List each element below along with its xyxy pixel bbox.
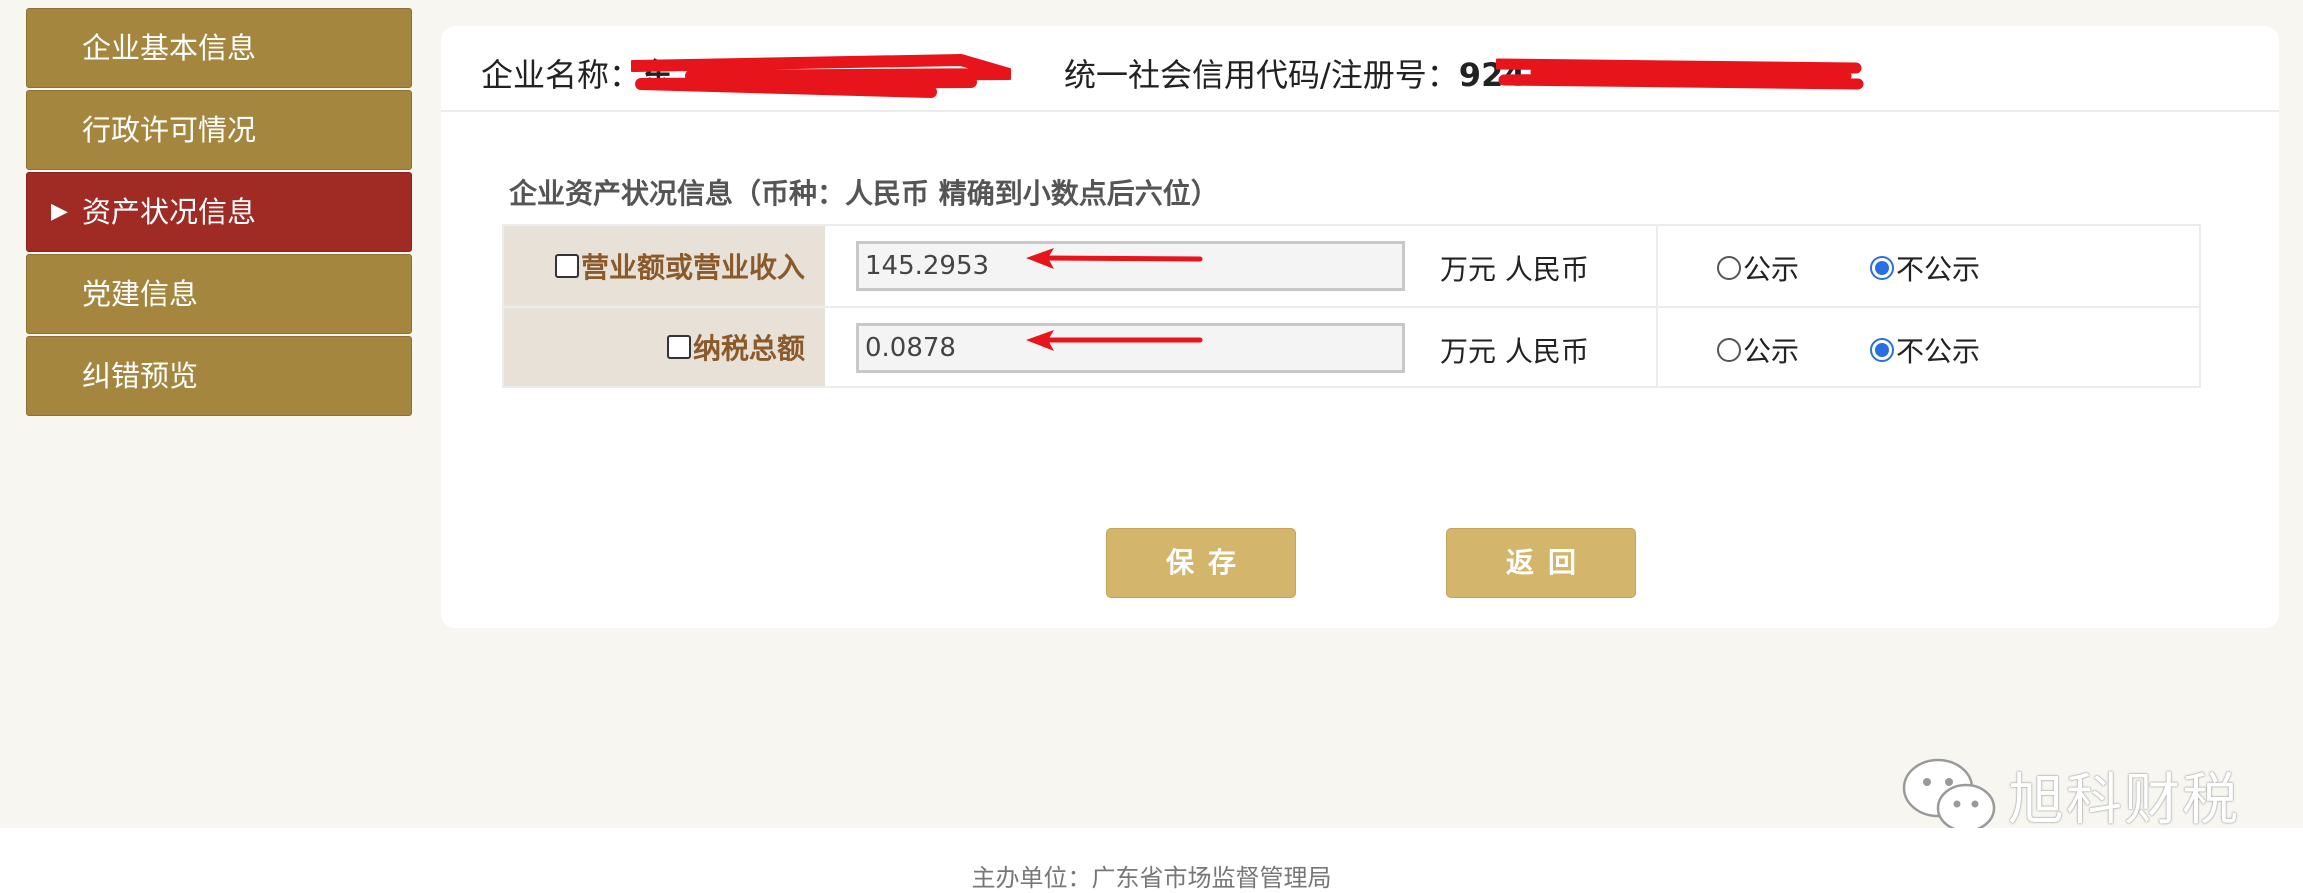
- company-name: 企业名称：东: [481, 50, 673, 96]
- section-title: 企业资产状况信息（币种：人民币 精确到小数点后六位）: [509, 177, 1219, 210]
- radio-selected-icon: [1870, 256, 1894, 280]
- tax-input[interactable]: 0.0878: [856, 323, 1405, 373]
- tax-private-radio[interactable]: 不公示: [1870, 330, 1980, 370]
- sidebar-item-label: 企业基本信息: [82, 31, 257, 65]
- revenue-public-radio[interactable]: 公示: [1717, 248, 1799, 288]
- table-row-tax: 纳税总额 0.0878 万元 人民币 公示 不公示: [502, 306, 2201, 388]
- main-card: 企业名称：东 统一社会信用代码/注册号：924 企业资产状况信息（币种：人民币 …: [441, 26, 2279, 628]
- column-divider: [1656, 226, 1658, 306]
- row-label: 营业额或营业收入: [580, 251, 805, 284]
- active-triangle-icon: ▶: [51, 199, 68, 224]
- row-label: 纳税总额: [692, 332, 805, 365]
- footer-text: 主办单位：广东省市场监督管理局: [971, 864, 1332, 892]
- sidebar-item-party-building[interactable]: 党建信息: [26, 254, 412, 334]
- radio-circle-icon: [1717, 256, 1741, 280]
- save-button[interactable]: 保存: [1106, 528, 1296, 598]
- redaction-mark-code: [1496, 58, 1864, 90]
- revenue-input[interactable]: 145.2953: [856, 241, 1405, 291]
- company-name-value: 东: [641, 56, 674, 94]
- credit-code-label: 统一社会信用代码/注册号：: [1064, 56, 1459, 94]
- radio-label: 不公示: [1896, 253, 1981, 286]
- sidebar-item-asset-status[interactable]: ▶ 资产状况信息: [26, 172, 412, 252]
- company-header: 企业名称：东 统一社会信用代码/注册号：924: [441, 26, 2279, 112]
- watermark: 旭科财税: [1900, 754, 2240, 836]
- revenue-private-radio[interactable]: 不公示: [1870, 248, 1980, 288]
- table-row-revenue: 营业额或营业收入 145.2953 万元 人民币 公示 不公示: [502, 224, 2201, 306]
- radio-label: 不公示: [1896, 335, 1981, 368]
- radio-circle-icon: [1717, 338, 1741, 362]
- tax-public-radio[interactable]: 公示: [1717, 330, 1799, 370]
- watermark-text: 旭科财税: [2008, 767, 2240, 833]
- sidebar-nav: 企业基本信息 行政许可情况 ▶ 资产状况信息 党建信息 纠错预览: [26, 8, 412, 418]
- row-label-cell: 营业额或营业收入: [504, 226, 825, 306]
- sidebar-item-label: 党建信息: [82, 277, 199, 311]
- back-button[interactable]: 返回: [1446, 528, 1636, 598]
- sidebar-item-label: 行政许可情况: [82, 113, 257, 147]
- credit-code: 统一社会信用代码/注册号：924: [1064, 50, 1526, 96]
- asset-table: 营业额或营业收入 145.2953 万元 人民币 公示 不公示 纳税总额 0.0…: [502, 224, 2201, 388]
- company-name-label: 企业名称：: [481, 56, 642, 94]
- revenue-checkbox[interactable]: [554, 254, 579, 278]
- sidebar-item-correction-preview[interactable]: 纠错预览: [26, 336, 412, 416]
- row-label-cell: 纳税总额: [504, 308, 825, 386]
- redaction-mark-name: [631, 54, 1011, 98]
- radio-selected-icon: [1870, 338, 1894, 362]
- unit-label: 万元 人民币: [1440, 335, 1589, 368]
- sidebar-item-admin-license[interactable]: 行政许可情况: [26, 90, 412, 170]
- column-divider: [1656, 308, 1658, 386]
- wechat-icon: [1902, 758, 1996, 833]
- sidebar-item-label: 资产状况信息: [82, 195, 257, 229]
- sidebar-item-label: 纠错预览: [82, 359, 199, 393]
- radio-label: 公示: [1743, 253, 1800, 286]
- tax-checkbox[interactable]: [666, 335, 691, 359]
- credit-code-value: 924: [1458, 56, 1526, 94]
- sidebar-item-basic-info[interactable]: 企业基本信息: [26, 8, 412, 88]
- footer: 主办单位：广东省市场监督管理局: [0, 828, 2303, 893]
- unit-label: 万元 人民币: [1440, 253, 1589, 286]
- radio-label: 公示: [1743, 335, 1800, 368]
